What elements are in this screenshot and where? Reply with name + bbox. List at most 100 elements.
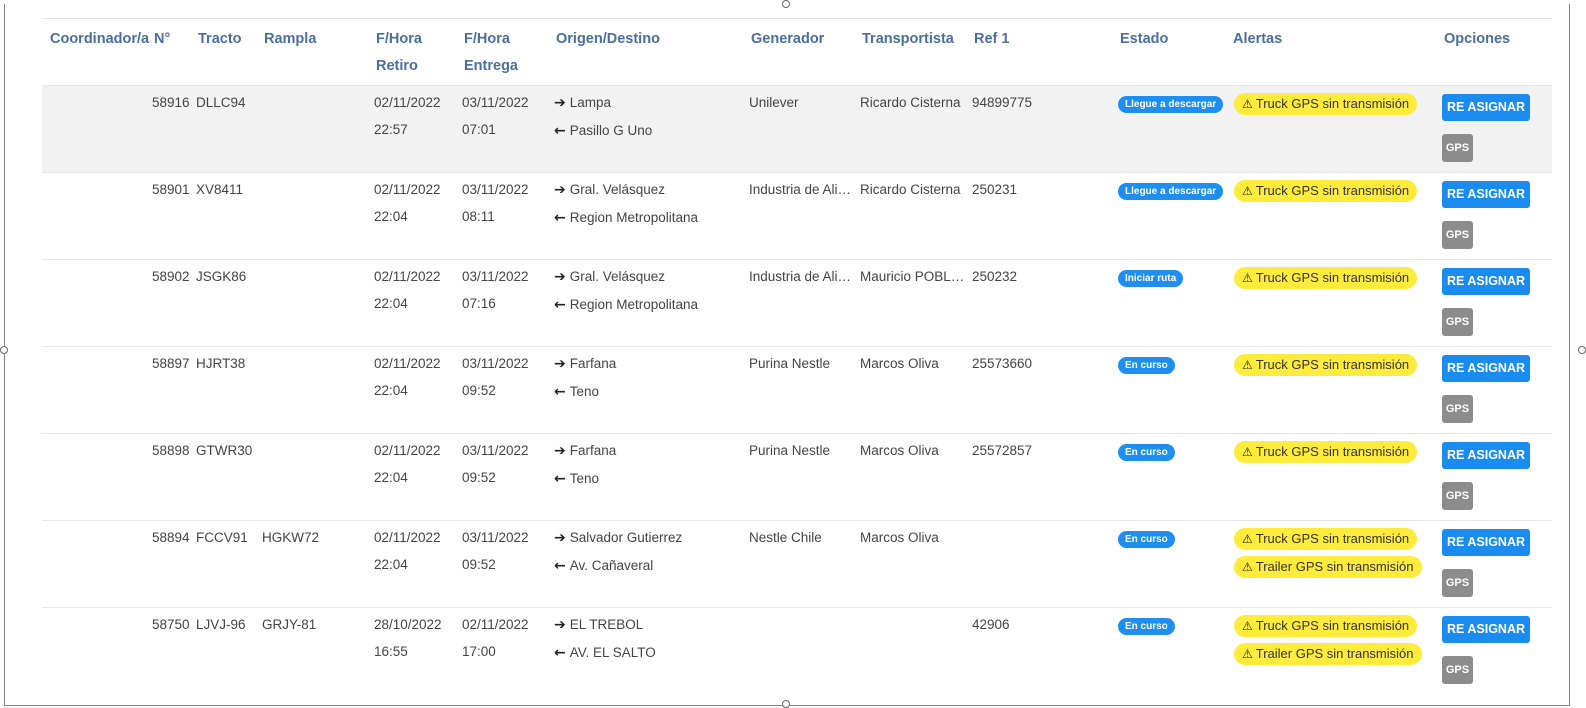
header-estado[interactable]: Estado — [1112, 18, 1225, 86]
entrega-cell: 03/11/2022 09:52 — [456, 346, 548, 434]
tracto-cell: FCCV91 — [190, 520, 256, 608]
retiro-hora: 22:04 — [374, 470, 408, 485]
arrow-right-icon: ➔ — [554, 617, 566, 633]
estado-cell: En curso — [1112, 433, 1225, 521]
gps-button[interactable]: GPS — [1442, 656, 1473, 684]
retiro-hora: 22:04 — [374, 209, 408, 224]
tracto-cell: LJVJ-96 — [190, 607, 256, 695]
re-asignar-button[interactable]: RE ASIGNAR — [1442, 268, 1531, 295]
transportista-cell — [854, 607, 966, 695]
destino-text: Pasillo G Uno — [569, 123, 653, 138]
rampla-cell — [256, 259, 368, 347]
table-row[interactable]: 58894 FCCV91 HGKW72 02/11/2022 22:04 03/11/20… — [42, 520, 1552, 608]
rampla-cell — [256, 85, 368, 173]
origen-destino-cell: ➔ Salvador Gutierrez ← Av. Cañaveral — [548, 520, 743, 608]
alertas-cell: ⚠ Truck GPS sin transmisión — [1225, 346, 1436, 434]
arrow-right-icon: ➔ — [554, 443, 566, 459]
header-coordinador[interactable]: Coordinador/a — [42, 18, 149, 86]
resize-handle-right[interactable] — [1578, 346, 1586, 354]
gps-button[interactable]: GPS — [1442, 308, 1473, 336]
tracto-cell: GTWR30 — [190, 433, 256, 521]
retiro-hora: 22:04 — [374, 383, 408, 398]
alertas-cell: ⚠ Truck GPS sin transmisión — [1225, 85, 1436, 173]
header-tracto[interactable]: Tracto — [190, 18, 256, 86]
origen-text: Farfana — [569, 443, 617, 458]
warning-triangle-icon: ⚠ — [1242, 647, 1253, 661]
table-row[interactable]: 58897 HJRT38 02/11/2022 22:04 03/11/2022 09:5… — [42, 346, 1552, 434]
origen-destino-cell: ➔ Lampa ← Pasillo G Uno — [548, 85, 743, 173]
resize-handle-bottom[interactable] — [782, 700, 790, 708]
ref1-cell: 25572857 — [966, 433, 1112, 521]
entrega-fecha: 03/11/2022 — [462, 443, 529, 458]
rampla-cell — [256, 172, 368, 260]
alert-badge: ⚠ Trailer GPS sin transmisión — [1234, 556, 1422, 578]
entrega-hora: 07:01 — [462, 122, 496, 137]
alertas-cell: ⚠ Truck GPS sin transmisión — [1225, 172, 1436, 260]
header-opciones[interactable]: Opciones — [1436, 18, 1552, 86]
gps-button[interactable]: GPS — [1442, 395, 1473, 423]
retiro-cell: 02/11/2022 22:04 — [368, 172, 456, 260]
gps-button[interactable]: GPS — [1442, 134, 1473, 162]
alert-text: Trailer GPS sin transmisión — [1255, 646, 1414, 661]
entrega-cell: 03/11/2022 09:52 — [456, 520, 548, 608]
arrow-right-icon: ➔ — [554, 269, 566, 285]
gps-button[interactable]: GPS — [1442, 482, 1473, 510]
status-badge: En curso — [1118, 531, 1175, 548]
rampla-cell: GRJY-81 — [256, 607, 368, 695]
origen-text: Lampa — [569, 95, 612, 110]
retiro-cell: 02/11/2022 22:57 — [368, 85, 456, 173]
re-asignar-button[interactable]: RE ASIGNAR — [1442, 181, 1531, 208]
table-row[interactable]: 58901 XV8411 02/11/2022 22:04 03/11/2022 08:1… — [42, 172, 1552, 260]
arrow-right-icon: ➔ — [554, 182, 566, 198]
re-asignar-button[interactable]: RE ASIGNAR — [1442, 94, 1531, 121]
retiro-fecha: 02/11/2022 — [374, 269, 441, 284]
header-ref1[interactable]: Ref 1 — [966, 18, 1112, 86]
gps-button[interactable]: GPS — [1442, 569, 1473, 597]
re-asignar-button[interactable]: RE ASIGNAR — [1442, 616, 1531, 643]
header-rampla[interactable]: Rampla — [256, 18, 368, 86]
generador-cell: Industria de Ali… — [743, 259, 854, 347]
header-retiro[interactable]: F/Hora Retiro — [368, 18, 456, 86]
table-header-row: Coordinador/a N° Tracto Rampla F/Hora Retiro… — [42, 18, 1552, 86]
destino-text: Teno — [569, 384, 600, 399]
alert-badge: ⚠ Truck GPS sin transmisión — [1234, 615, 1418, 637]
ref1-cell: 42906 — [966, 607, 1112, 695]
arrow-right-icon: ➔ — [554, 356, 566, 372]
header-generador[interactable]: Generador — [743, 18, 854, 86]
entrega-hora: 17:00 — [462, 644, 496, 659]
re-asignar-button[interactable]: RE ASIGNAR — [1442, 355, 1531, 382]
resize-handle-left[interactable] — [0, 346, 8, 354]
header-entrega[interactable]: F/Hora Entrega — [456, 18, 548, 86]
estado-cell: Iniciar ruta — [1112, 259, 1225, 347]
retiro-hora: 22:57 — [374, 122, 408, 137]
resize-handle-top[interactable] — [782, 0, 790, 8]
arrow-left-icon: ← — [554, 210, 566, 226]
table-row[interactable]: 58902 JSGK86 02/11/2022 22:04 03/11/2022 07:1… — [42, 259, 1552, 347]
table-row[interactable]: 58916 DLLC94 02/11/2022 22:57 03/11/2022 07:0… — [42, 85, 1552, 173]
retiro-hora: 22:04 — [374, 557, 408, 572]
header-transportista[interactable]: Transportista — [854, 18, 966, 86]
alert-badge: ⚠ Truck GPS sin transmisión — [1234, 267, 1418, 289]
status-badge: Iniciar ruta — [1118, 270, 1184, 287]
coordinador-cell — [42, 520, 146, 608]
retiro-fecha: 02/11/2022 — [374, 530, 441, 545]
entrega-fecha: 03/11/2022 — [462, 269, 529, 284]
header-alertas[interactable]: Alertas — [1225, 18, 1436, 86]
header-origen-destino[interactable]: Origen/Destino — [548, 18, 743, 86]
warning-triangle-icon: ⚠ — [1242, 271, 1253, 285]
tracto-cell: HJRT38 — [190, 346, 256, 434]
retiro-fecha: 02/11/2022 — [374, 95, 441, 110]
opciones-cell: RE ASIGNAR GPS — [1436, 346, 1552, 434]
table-panel: Coordinador/a N° Tracto Rampla F/Hora Retiro… — [4, 4, 1570, 706]
header-numero[interactable]: N° — [146, 18, 190, 86]
alert-badge: ⚠ Truck GPS sin transmisión — [1234, 441, 1418, 463]
estado-cell: En curso — [1112, 520, 1225, 608]
arrow-left-icon: ← — [554, 558, 566, 574]
table-row[interactable]: 58750 LJVJ-96 GRJY-81 28/10/2022 16:55 02/11/… — [42, 607, 1552, 695]
coordinador-cell — [42, 172, 146, 260]
origen-destino-cell: ➔ Gral. Velásquez ← Region Metropolitana — [548, 172, 743, 260]
gps-button[interactable]: GPS — [1442, 221, 1473, 249]
re-asignar-button[interactable]: RE ASIGNAR — [1442, 442, 1531, 469]
re-asignar-button[interactable]: RE ASIGNAR — [1442, 529, 1531, 556]
table-row[interactable]: 58898 GTWR30 02/11/2022 22:04 03/11/2022 09:5… — [42, 433, 1552, 521]
